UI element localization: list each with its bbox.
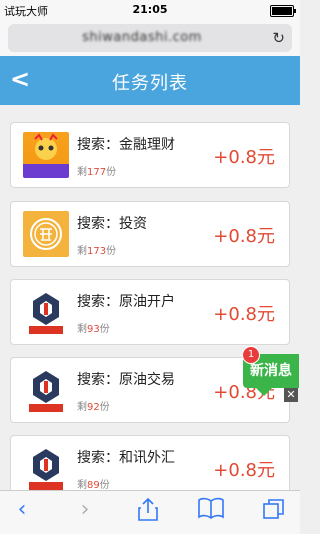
app-thumbnail [23,289,69,335]
task-card[interactable]: 搜索：原油开户 剩93份 +0.8元 [10,279,290,345]
task-keyword: 搜索：原油开户 [77,294,175,310]
oil-app-logo-icon [29,293,63,334]
page-title: 任务列表 [112,73,188,94]
share-icon[interactable] [128,497,168,527]
task-reward: +0.8元 [213,460,275,481]
task-remaining: 剩89份 [77,480,110,491]
coin-icon [30,218,62,250]
bubble-tail [256,388,272,396]
tabs-icon[interactable] [254,497,294,527]
task-card[interactable]: 搜索：金融理财 剩177份 +0.8元 [10,122,290,188]
bookmarks-icon[interactable] [191,497,231,527]
battery-icon [270,5,296,17]
close-icon[interactable]: ✕ [284,388,298,402]
mascot-icon [34,133,58,160]
task-remaining: 剩173份 [77,246,117,257]
status-time: 21:05 [132,3,168,16]
address-bar[interactable]: shiwandashi.com ↻ [8,24,292,52]
task-remaining: 剩92份 [77,402,110,413]
oil-app-logo-icon [29,449,63,490]
task-keyword: 搜索：投资 [77,216,147,232]
app-thumbnail [23,367,69,413]
app-thumbnail [23,132,69,178]
oil-app-logo-icon [29,371,63,412]
back-arrow-icon[interactable]: ‹ [2,497,42,527]
app-thumbnail [23,445,69,491]
browser-bottom-toolbar: ‹ › [0,490,300,534]
task-remaining: 剩177份 [77,167,117,178]
task-keyword: 搜索：和讯外汇 [77,450,175,466]
task-reward: +0.8元 [213,147,275,168]
app-header: < 任务列表 [0,56,300,105]
task-reward: +0.8元 [213,304,275,325]
task-keyword: 搜索：原油交易 [77,372,175,388]
app-thumbnail [23,211,69,257]
browser-toolbar: shiwandashi.com ↻ [0,20,300,56]
task-keyword: 搜索：金融理财 [77,137,175,153]
task-remaining: 剩93份 [77,324,110,335]
forward-arrow-icon[interactable]: › [65,497,105,527]
reload-icon[interactable]: ↻ [272,29,285,47]
url-text[interactable]: shiwandashi.com [8,30,276,45]
message-count-badge: 1 [242,346,260,364]
task-reward: +0.8元 [213,226,275,247]
task-card[interactable]: 搜索：投资 剩173份 +0.8元 [10,201,290,267]
status-bar: 试玩大师 21:05 [0,0,300,20]
